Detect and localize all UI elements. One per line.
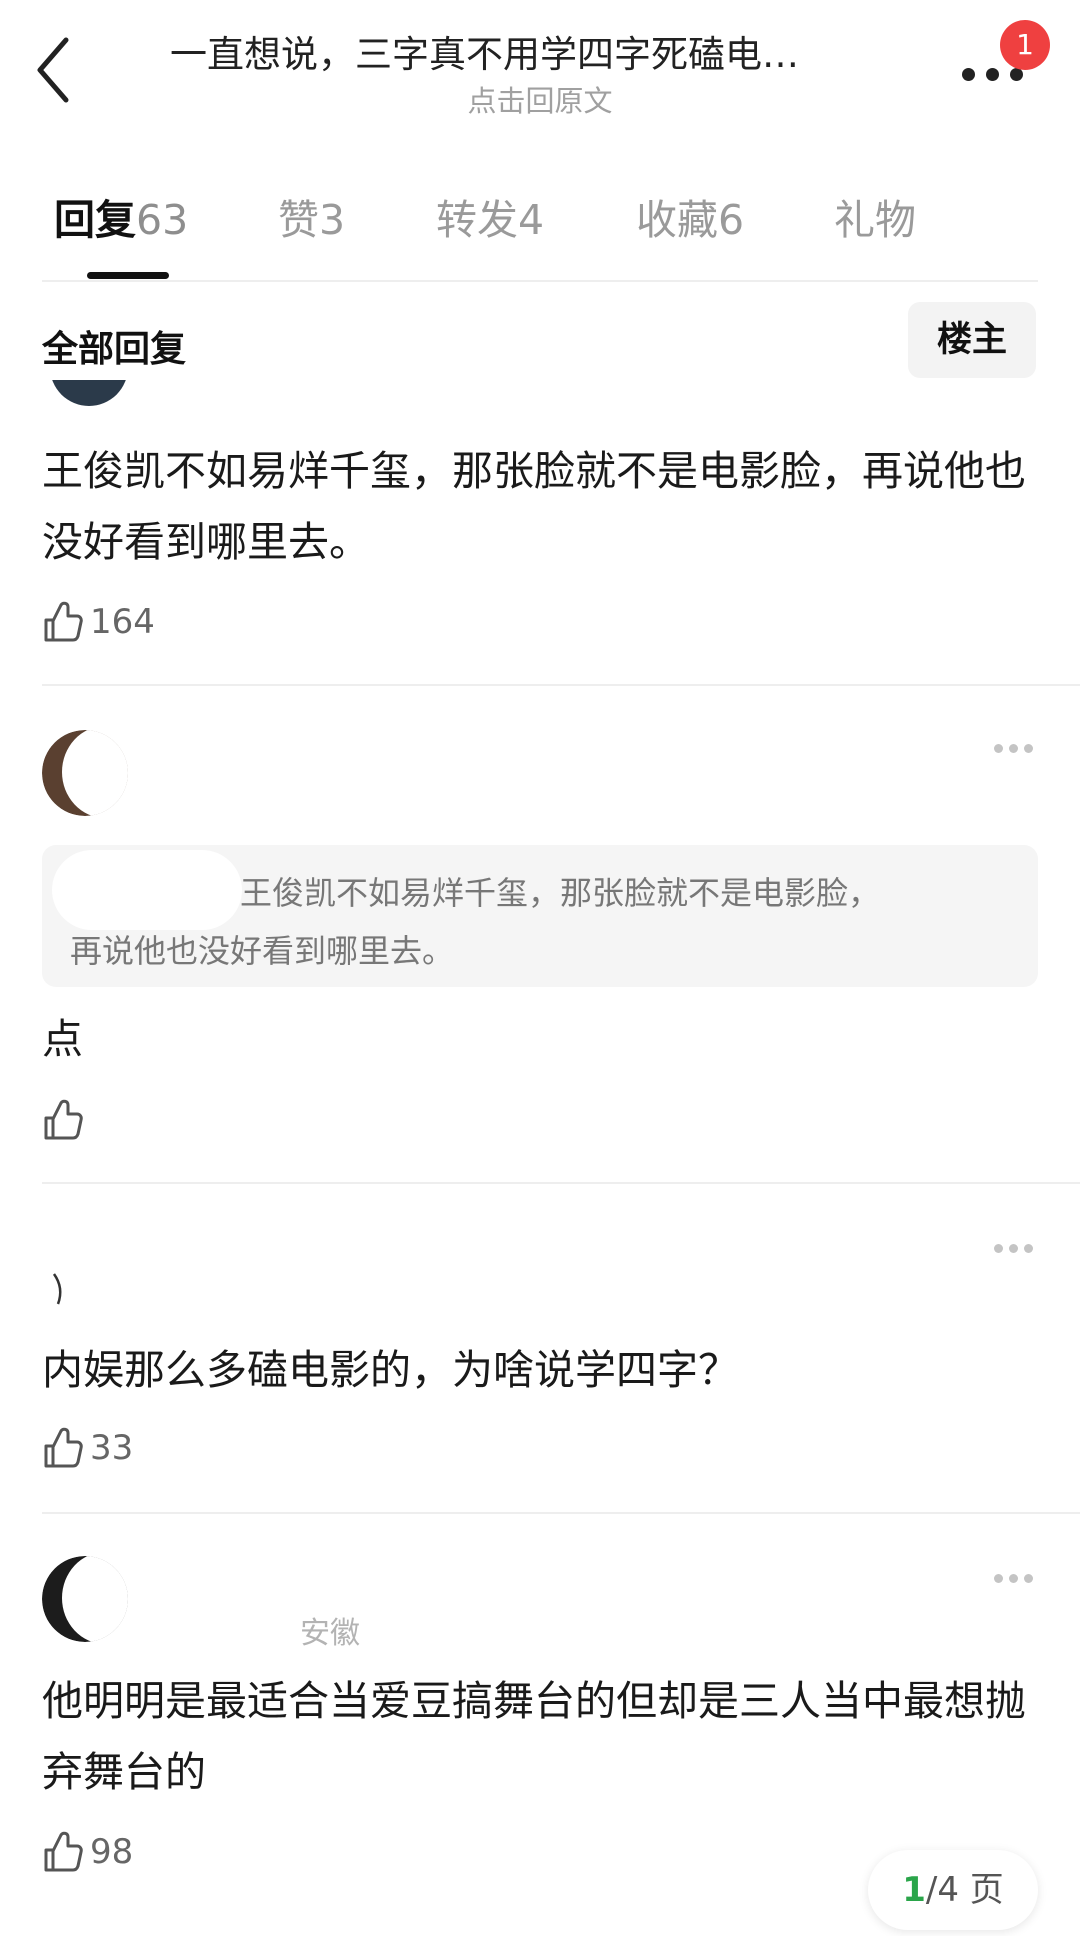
thumbs-up-icon [44,1831,83,1872]
tab-count: 3 [319,196,346,244]
page-indicator[interactable]: 1/4 页 [868,1850,1038,1930]
redacted-username [52,850,242,930]
active-tab-indicator [87,272,169,279]
comment-text: 内娱那么多磕电影的，为啥说学四字？ [42,1346,739,1394]
dot-icon [1024,1244,1033,1253]
notification-badge[interactable]: 1 [1000,20,1050,70]
comment-divider [42,1512,1080,1514]
dot-icon [1009,744,1018,753]
like-button[interactable] [42,1096,90,1144]
quoted-text-line: 王俊凯不如易烊千玺，那张脸就不是电影脸， [240,874,881,912]
avatar[interactable] [42,380,128,414]
tab-label: 转发 [436,196,518,244]
like-count: 164 [90,602,155,642]
total-pages: /4 页 [925,1870,1004,1910]
like-button[interactable]: 164 [42,598,155,646]
avatar[interactable] [50,1270,70,1310]
dot-icon [994,1574,1003,1583]
avatar[interactable] [42,730,128,816]
quoted-text-line: 再说他也没好看到哪里去。 [70,932,455,970]
tab-label: 赞 [278,196,319,244]
back-to-original-link[interactable]: 点击回原文 [380,78,700,120]
comment-more-button[interactable] [994,744,1034,756]
tab-count: 6 [718,196,745,244]
avatar-image [50,380,128,406]
avatar[interactable] [42,1556,128,1642]
thumbs-up-icon [44,1099,83,1140]
back-button[interactable] [30,30,90,110]
thumbs-up-icon [44,601,83,642]
dot-icon [1024,1574,1033,1583]
like-count: 33 [90,1428,134,1468]
comment-more-button[interactable] [994,1574,1034,1586]
more-dot-icon [962,68,975,81]
tab-likes[interactable]: 赞3 [278,195,345,245]
tab-label: 收藏 [636,196,718,244]
current-page: 1 [902,1870,926,1910]
tab-favorites[interactable]: 收藏6 [636,195,744,245]
tab-replies[interactable]: 回复63 [54,195,188,245]
comment-more-button[interactable] [994,1244,1034,1256]
tab-reposts[interactable]: 转发4 [436,195,544,245]
page-title: 一直想说，三字真不用学四字死磕电… [170,33,799,76]
thumbs-up-icon [44,1427,83,1468]
comment-text: 他明明是最适合当爱豆搞舞台的但却是三人当中最想抛弃舞台的 [42,1677,1026,1796]
more-dot-icon [1010,68,1023,81]
tabs-divider [42,280,1038,282]
more-dot-icon [986,68,999,81]
comment-divider [42,684,1080,686]
chevron-left-icon [37,37,69,103]
dot-icon [994,744,1003,753]
tab-gifts[interactable]: 礼物 [834,195,916,245]
comment-text: 点 [42,1015,83,1063]
comment-text: 王俊凯不如易烊千玺，那张脸就不是电影脸，再说他也没好看到哪里去。 [42,447,1026,566]
all-replies-label: 全部回复 [42,329,187,370]
like-button[interactable]: 33 [42,1424,133,1472]
comment-divider [42,1182,1080,1184]
dot-icon [994,1244,1003,1253]
comment-location: 安徽 [300,1616,360,1651]
dot-icon [1024,744,1033,753]
tab-label: 礼物 [834,196,916,244]
tab-label: 回复 [54,196,136,244]
op-only-filter-button[interactable]: 楼主 [908,302,1036,378]
dot-icon [1009,1244,1018,1253]
dot-icon [1009,1574,1018,1583]
tab-count: 4 [518,196,545,244]
tab-count: 63 [136,196,189,244]
avatar-image [52,1273,62,1305]
like-count: 98 [90,1832,134,1872]
like-button[interactable]: 98 [42,1828,133,1876]
